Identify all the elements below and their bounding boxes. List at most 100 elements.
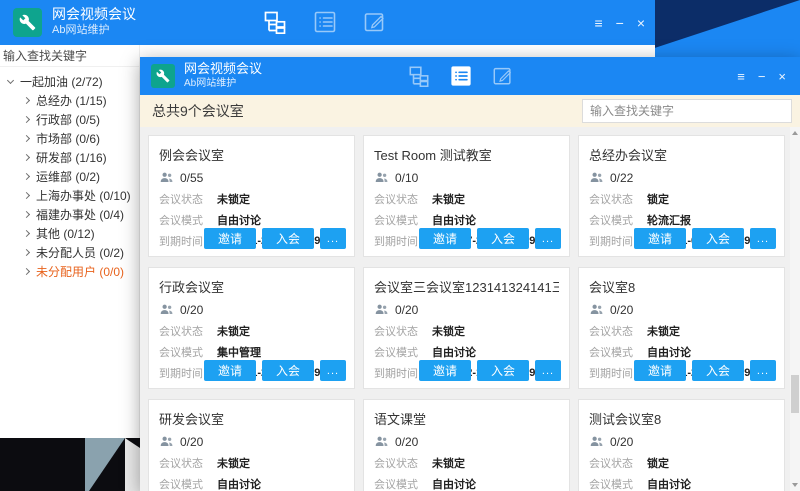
tree-item[interactable]: 未分配用户 (0/0) — [0, 262, 139, 281]
attendees-icon — [589, 302, 604, 317]
more-button[interactable]: ... — [535, 228, 561, 249]
edit-icon[interactable] — [363, 10, 387, 34]
join-button[interactable]: 入会 — [262, 360, 314, 381]
room-list-content: 例会会议室 0/55 会议状态 未锁定 会议模式 自由讨论 到期时间 2028-… — [140, 127, 800, 491]
close-button[interactable]: × — [637, 15, 645, 31]
meeting-status-label: 会议状态 — [159, 191, 217, 207]
meeting-mode-value: 自由讨论 — [432, 344, 476, 360]
more-button[interactable]: ... — [535, 360, 561, 381]
app-logo — [13, 8, 42, 37]
room-name: Test Room 测试教室 — [374, 145, 559, 164]
summary-bar: 总共9个会议室 — [140, 95, 800, 127]
join-button[interactable]: 入会 — [262, 228, 314, 249]
tree-item-label: 未分配人员 (0/2) — [36, 244, 124, 261]
vertical-scrollbar[interactable] — [790, 127, 800, 491]
more-button[interactable]: ... — [750, 360, 776, 381]
meeting-status-label: 会议状态 — [374, 323, 432, 339]
tree-item[interactable]: 其他 (0/12) — [0, 224, 139, 243]
org-sidebar: 一起加油 (2/72) 总经办 (1/15) 行政部 (0/5) 市场部 (0/… — [0, 45, 140, 438]
tree-item[interactable]: 未分配人员 (0/2) — [0, 243, 139, 262]
app-subtitle: Ab网站维护 — [52, 23, 136, 37]
tree-item-label: 其他 (0/12) — [36, 225, 95, 242]
tree-item[interactable]: 运维部 (0/2) — [0, 167, 139, 186]
invite-button[interactable]: 邀请 — [419, 228, 471, 249]
invite-button[interactable]: 邀请 — [204, 228, 256, 249]
wrench-icon — [19, 14, 36, 31]
meeting-rooms-window: 网会视频会议 Ab网站维护 ≡ − × 总共9个会议室 — [140, 57, 800, 491]
org-tree-icon[interactable] — [263, 10, 287, 34]
tree-item[interactable]: 上海办事处 (0/10) — [0, 186, 139, 205]
tree-item-label: 一起加油 (2/72) — [20, 73, 103, 90]
tree-item-label: 总经办 (1/15) — [36, 92, 107, 109]
meeting-status-label: 会议状态 — [589, 323, 647, 339]
sidebar-tree: 一起加油 (2/72) 总经办 (1/15) 行政部 (0/5) 市场部 (0/… — [0, 67, 139, 281]
meeting-status-label: 会议状态 — [589, 191, 647, 207]
tree-item-label: 行政部 (0/5) — [36, 111, 100, 128]
room-search-input[interactable] — [582, 99, 792, 123]
meeting-mode-label: 会议模式 — [374, 212, 432, 228]
meeting-status-label: 会议状态 — [589, 455, 647, 471]
invite-button[interactable]: 邀请 — [419, 360, 471, 381]
org-tree-icon[interactable] — [408, 65, 430, 87]
meeting-status-value: 锁定 — [647, 191, 669, 207]
chevron-right-icon — [23, 249, 30, 256]
chevron-right-icon — [23, 230, 30, 237]
invite-button[interactable]: 邀请 — [634, 228, 686, 249]
more-button[interactable]: ... — [750, 228, 776, 249]
menu-button[interactable]: ≡ — [594, 15, 602, 31]
tree-item[interactable]: 行政部 (0/5) — [0, 110, 139, 129]
room-name: 测试会议室8 — [589, 409, 774, 428]
wrench-icon — [156, 69, 170, 83]
minimize-button[interactable]: − — [758, 69, 766, 84]
meeting-status-value: 未锁定 — [217, 191, 250, 207]
tree-item[interactable]: 福建办事处 (0/4) — [0, 205, 139, 224]
tree-item[interactable]: 总经办 (1/15) — [0, 91, 139, 110]
more-button[interactable]: ... — [320, 360, 346, 381]
sidebar-search-input[interactable] — [0, 45, 139, 67]
more-button[interactable]: ... — [320, 228, 346, 249]
invite-button[interactable]: 邀请 — [204, 360, 256, 381]
tree-item-label: 研发部 (1/16) — [36, 149, 107, 166]
attendee-count: 0/10 — [395, 171, 418, 185]
chevron-right-icon — [23, 192, 30, 199]
meeting-list-icon[interactable] — [313, 10, 337, 34]
attendees-icon — [374, 434, 389, 449]
meeting-list-icon[interactable] — [450, 65, 472, 87]
attendees-icon — [159, 434, 174, 449]
tree-item[interactable]: 市场部 (0/6) — [0, 129, 139, 148]
scroll-up-icon[interactable] — [792, 131, 798, 135]
meeting-mode-value: 集中管理 — [217, 344, 261, 360]
room-name: 行政会议室 — [159, 277, 344, 296]
join-button[interactable]: 入会 — [477, 228, 529, 249]
background-titlebar[interactable]: 网会视频会议 Ab网站维护 ≡ − × — [0, 0, 655, 45]
close-button[interactable]: × — [778, 69, 786, 84]
join-button[interactable]: 入会 — [692, 228, 744, 249]
invite-button[interactable]: 邀请 — [634, 360, 686, 381]
join-button[interactable]: 入会 — [477, 360, 529, 381]
room-name: 例会会议室 — [159, 145, 344, 164]
room-card: 行政会议室 0/20 会议状态 未锁定 会议模式 集中管理 到期时间 2023-… — [148, 267, 355, 389]
room-grid: 例会会议室 0/55 会议状态 未锁定 会议模式 自由讨论 到期时间 2028-… — [140, 127, 800, 491]
desktop-wallpaper-top-right — [655, 0, 800, 57]
meeting-mode-value: 轮流汇报 — [647, 212, 691, 228]
attendee-count: 0/55 — [180, 171, 203, 185]
minimize-button[interactable]: − — [616, 15, 624, 31]
edit-icon[interactable] — [492, 65, 514, 87]
meeting-mode-label: 会议模式 — [589, 476, 647, 491]
meeting-status-value: 未锁定 — [217, 455, 250, 471]
tree-item-label: 市场部 (0/6) — [36, 130, 100, 147]
scrollbar-thumb[interactable] — [791, 375, 799, 413]
scroll-down-icon[interactable] — [792, 483, 798, 487]
meeting-mode-label: 会议模式 — [159, 212, 217, 228]
room-name: 会议室8 — [589, 277, 774, 296]
front-titlebar[interactable]: 网会视频会议 Ab网站维护 ≡ − × — [140, 57, 800, 95]
join-button[interactable]: 入会 — [692, 360, 744, 381]
attendee-count: 0/20 — [395, 435, 418, 449]
room-card: 例会会议室 0/55 会议状态 未锁定 会议模式 自由讨论 到期时间 2028-… — [148, 135, 355, 257]
menu-button[interactable]: ≡ — [737, 69, 745, 84]
meeting-status-value: 未锁定 — [217, 323, 250, 339]
tree-item[interactable]: 研发部 (1/16) — [0, 148, 139, 167]
tree-item[interactable]: 一起加油 (2/72) — [0, 72, 139, 91]
meeting-mode-label: 会议模式 — [589, 344, 647, 360]
meeting-mode-value: 自由讨论 — [432, 476, 476, 491]
